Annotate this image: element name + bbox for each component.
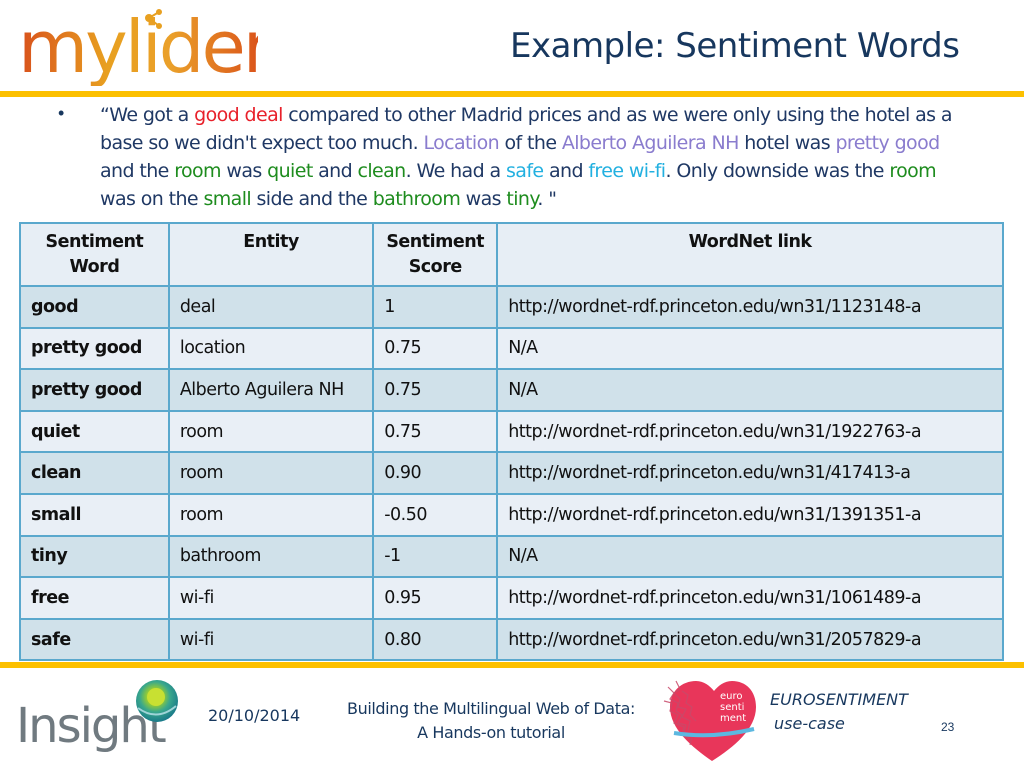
quote-highlight-red: good deal bbox=[194, 104, 283, 126]
svg-text:euro: euro bbox=[720, 691, 743, 702]
quote-text: . We had a bbox=[405, 160, 506, 182]
footer-title-line2: A Hands-on tutorial bbox=[417, 723, 565, 742]
cell-entity: bathroom bbox=[167, 534, 375, 579]
table-header-row: Sentiment Word Entity Sentiment Score Wo… bbox=[19, 222, 1004, 287]
cell-sentiment-word: pretty good bbox=[19, 326, 170, 371]
quote-text: of the bbox=[499, 132, 562, 154]
quote-highlight-green: room bbox=[174, 160, 221, 182]
cell-entity: wi-fi bbox=[167, 617, 375, 662]
header-sentiment-score: Sentiment Score bbox=[372, 222, 499, 287]
svg-text:mylider: mylider bbox=[18, 6, 258, 86]
project-subtitle: use-case bbox=[774, 714, 845, 733]
page-number: 23 bbox=[941, 720, 955, 734]
cell-entity: room bbox=[167, 409, 375, 454]
quote-highlight-green: tiny bbox=[506, 188, 538, 210]
cell-wordnet-link: http://wordnet-rdf.princeton.edu/wn31/10… bbox=[496, 576, 1004, 620]
cell-sentiment-score: 0.75 bbox=[372, 326, 499, 371]
quote-text: hotel was bbox=[738, 132, 836, 154]
table-row: good deal 1 http://wordnet-rdf.princeton.ed… bbox=[19, 285, 1004, 329]
heart-icon: euro senti ment bbox=[663, 680, 756, 761]
cell-wordnet-link: http://wordnet-rdf.princeton.edu/wn31/11… bbox=[496, 285, 1004, 329]
quote-text: . Only downside was the bbox=[665, 160, 890, 182]
quote-highlight-green: room bbox=[889, 160, 937, 182]
table-row: safe wi-fi 0.80 http://wordnet-rdf.princeto… bbox=[19, 617, 1004, 662]
cell-wordnet-link: http://wordnet-rdf.princeton.edu/wn31/41… bbox=[496, 451, 1004, 495]
quote-text: “We got a bbox=[100, 104, 195, 126]
cell-sentiment-word: clean bbox=[19, 451, 170, 495]
footer-date: 20/10/2014 bbox=[208, 706, 301, 725]
table-row: clean room 0.90 http://wordnet-rdf.princeto… bbox=[19, 451, 1004, 495]
project-name: EUROSENTIMENT bbox=[770, 690, 908, 709]
quote-text: . " bbox=[537, 188, 557, 210]
bullet-icon: • bbox=[58, 103, 65, 123]
table-row: free wi-fi 0.95 http://wordnet-rdf.princeto… bbox=[19, 576, 1004, 620]
page-title: Example: Sentiment Words bbox=[510, 26, 960, 66]
cell-entity: location bbox=[167, 326, 375, 371]
table-row: quiet room 0.75 http://wordnet-rdf.princeto… bbox=[19, 409, 1004, 454]
table-row: tiny bathroom -1 N/A bbox=[19, 534, 1004, 579]
cell-sentiment-score: -0.50 bbox=[372, 492, 499, 537]
cell-sentiment-word: tiny bbox=[19, 534, 170, 579]
svg-text:ment: ment bbox=[720, 713, 746, 724]
quote-highlight-purple: pretty good bbox=[835, 132, 940, 154]
cell-sentiment-word: quiet bbox=[19, 409, 170, 454]
sentiment-words-table: Sentiment Word Entity Sentiment Score Wo… bbox=[19, 222, 1004, 662]
quote-highlight-green: clean bbox=[357, 160, 407, 182]
cell-sentiment-word: good bbox=[19, 285, 170, 329]
table-row: pretty good location 0.75 N/A bbox=[19, 326, 1004, 371]
cell-sentiment-score: 0.80 bbox=[372, 617, 499, 662]
insight-orb-icon bbox=[136, 680, 178, 722]
cell-wordnet-link: N/A bbox=[496, 368, 1004, 412]
review-quote: “We got a good deal compared to other Ma… bbox=[100, 101, 975, 213]
header-sentiment-word: Sentiment Word bbox=[19, 222, 170, 287]
insight-logo: Insight bbox=[16, 676, 186, 762]
cell-sentiment-word: pretty good bbox=[19, 368, 170, 412]
cell-sentiment-score: 1 bbox=[372, 285, 499, 329]
cell-entity: wi-fi bbox=[167, 576, 375, 620]
cell-sentiment-score: 0.95 bbox=[372, 576, 499, 620]
cell-entity: room bbox=[167, 451, 375, 495]
header-wordnet-link: WordNet link bbox=[496, 222, 1004, 287]
quote-text: and bbox=[543, 160, 589, 182]
quote-highlight-purple: Location bbox=[423, 132, 500, 154]
quote-highlight-purple: Alberto Aguilera NH bbox=[561, 132, 740, 154]
cell-wordnet-link: http://wordnet-rdf.princeton.edu/wn31/13… bbox=[496, 492, 1004, 537]
cell-sentiment-score: -1 bbox=[372, 534, 499, 579]
cell-sentiment-score: 0.90 bbox=[372, 451, 499, 495]
quote-text: side and the bbox=[251, 188, 373, 210]
cell-wordnet-link: http://wordnet-rdf.princeton.edu/wn31/20… bbox=[496, 617, 1004, 662]
quote-highlight-green: bathroom bbox=[372, 188, 461, 210]
svg-text:senti: senti bbox=[720, 702, 744, 713]
footer-presentation-title: Building the Multilingual Web of Data: A… bbox=[330, 697, 652, 745]
quote-text: was bbox=[460, 188, 507, 210]
quote-text: and the bbox=[100, 160, 175, 182]
cell-wordnet-link: N/A bbox=[496, 326, 1004, 371]
quote-highlight-green: small bbox=[203, 188, 252, 210]
footer-title-line1: Building the Multilingual Web of Data: bbox=[347, 699, 635, 718]
table-row: small room -0.50 http://wordnet-rdf.princet… bbox=[19, 492, 1004, 537]
cell-sentiment-word: free bbox=[19, 576, 170, 620]
cell-entity: room bbox=[167, 492, 375, 537]
cell-entity: deal bbox=[167, 285, 375, 329]
quote-highlight-cyan: safe bbox=[505, 160, 544, 182]
mylider-logo-icon: mylider bbox=[18, 5, 276, 89]
header-entity: Entity bbox=[167, 222, 375, 287]
cell-wordnet-link: http://wordnet-rdf.princeton.edu/wn31/19… bbox=[496, 409, 1004, 454]
cell-sentiment-score: 0.75 bbox=[372, 409, 499, 454]
cell-entity: Alberto Aguilera NH bbox=[167, 368, 375, 412]
quote-text: was on the bbox=[100, 188, 204, 210]
bottom-accent-bar bbox=[0, 662, 1024, 668]
quote-text: was bbox=[220, 160, 268, 182]
eurosentiment-logo: euro senti ment bbox=[662, 677, 762, 763]
cell-sentiment-word: small bbox=[19, 492, 170, 537]
quote-highlight-cyan: free wi-fi bbox=[588, 160, 666, 182]
quote-text: and bbox=[312, 160, 358, 182]
cell-wordnet-link: N/A bbox=[496, 534, 1004, 579]
top-accent-bar bbox=[0, 91, 1024, 97]
table-row: pretty good Alberto Aguilera NH 0.75 N/A bbox=[19, 368, 1004, 412]
cell-sentiment-score: 0.75 bbox=[372, 368, 499, 412]
cell-sentiment-word: safe bbox=[19, 617, 170, 662]
quote-highlight-green: quiet bbox=[267, 160, 313, 182]
mylider-logo: mylider bbox=[18, 5, 276, 89]
